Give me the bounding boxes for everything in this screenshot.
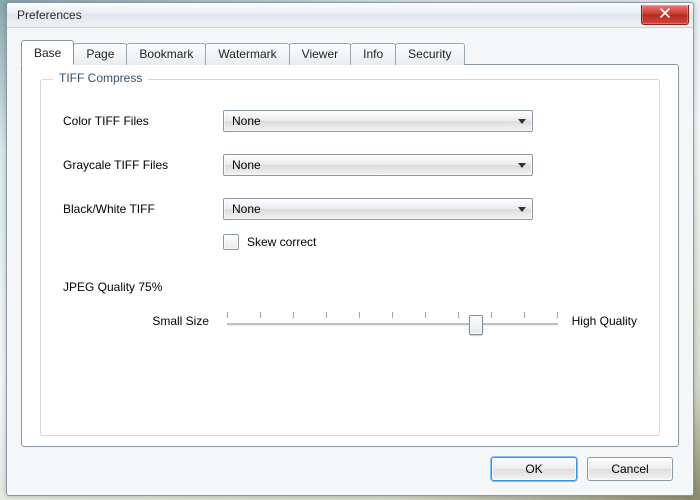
jpeg-quality-slider[interactable] (227, 308, 558, 334)
slider-thumb[interactable] (469, 315, 483, 335)
select-grayscale-tiff[interactable]: None (223, 154, 533, 176)
select-grayscale-tiff-value: None (232, 158, 261, 172)
checkbox-skew-correct[interactable] (223, 234, 239, 250)
label-small-size: Small Size (63, 314, 213, 328)
select-color-tiff-value: None (232, 114, 261, 128)
row-color-tiff: Color TIFF Files None (63, 110, 637, 132)
tab-label: Security (408, 47, 451, 61)
select-bw-tiff[interactable]: None (223, 198, 533, 220)
tab-label: Page (86, 47, 114, 61)
row-grayscale-tiff: Graycale TIFF Files None (63, 154, 637, 176)
group-title: TIFF Compress (53, 71, 148, 85)
tiff-compress-group: TIFF Compress Color TIFF Files None Gray… (40, 79, 660, 436)
tab-label: Info (363, 47, 383, 61)
ok-button-label: OK (525, 462, 542, 476)
dialog-button-row: OK Cancel (21, 447, 679, 487)
label-grayscale-tiff: Graycale TIFF Files (63, 158, 223, 172)
label-color-tiff: Color TIFF Files (63, 114, 223, 128)
label-bw-tiff: Black/White TIFF (63, 202, 223, 216)
tab-viewer[interactable]: Viewer (289, 43, 351, 65)
select-bw-tiff-value: None (232, 202, 261, 216)
tab-bookmark[interactable]: Bookmark (126, 43, 206, 65)
cancel-button[interactable]: Cancel (587, 457, 673, 481)
preferences-dialog: Preferences Base Page Bookmark Watermark… (6, 2, 694, 496)
tab-label: Base (34, 46, 61, 60)
tab-page-base: TIFF Compress Color TIFF Files None Gray… (21, 64, 679, 447)
label-jpeg-quality: JPEG Quality 75% (63, 280, 162, 294)
row-bw-tiff: Black/White TIFF None (63, 198, 637, 220)
row-skew-correct: Skew correct (223, 234, 637, 250)
tab-base[interactable]: Base (21, 40, 74, 65)
cancel-button-label: Cancel (611, 462, 648, 476)
client-area: Base Page Bookmark Watermark Viewer Info… (7, 28, 693, 495)
chevron-down-icon (518, 207, 526, 212)
ok-button[interactable]: OK (491, 457, 577, 481)
label-skew-correct: Skew correct (247, 235, 316, 249)
tab-label: Bookmark (139, 47, 193, 61)
slider-row: Small Size High Quality (63, 308, 637, 334)
tab-label: Watermark (218, 47, 276, 61)
tab-label: Viewer (302, 47, 338, 61)
tab-page[interactable]: Page (73, 43, 127, 65)
select-color-tiff[interactable]: None (223, 110, 533, 132)
chevron-down-icon (518, 119, 526, 124)
tab-watermark[interactable]: Watermark (205, 43, 289, 65)
jpeg-quality-section: JPEG Quality 75% Small Size High Quality (63, 280, 637, 334)
close-button[interactable] (641, 5, 689, 25)
window-title: Preferences (17, 8, 82, 22)
chevron-down-icon (518, 163, 526, 168)
title-bar: Preferences (7, 3, 693, 28)
tab-security[interactable]: Security (395, 43, 464, 65)
label-high-quality: High Quality (572, 314, 637, 328)
close-icon (660, 7, 670, 21)
tab-strip: Base Page Bookmark Watermark Viewer Info… (21, 42, 679, 64)
tab-info[interactable]: Info (350, 43, 396, 65)
